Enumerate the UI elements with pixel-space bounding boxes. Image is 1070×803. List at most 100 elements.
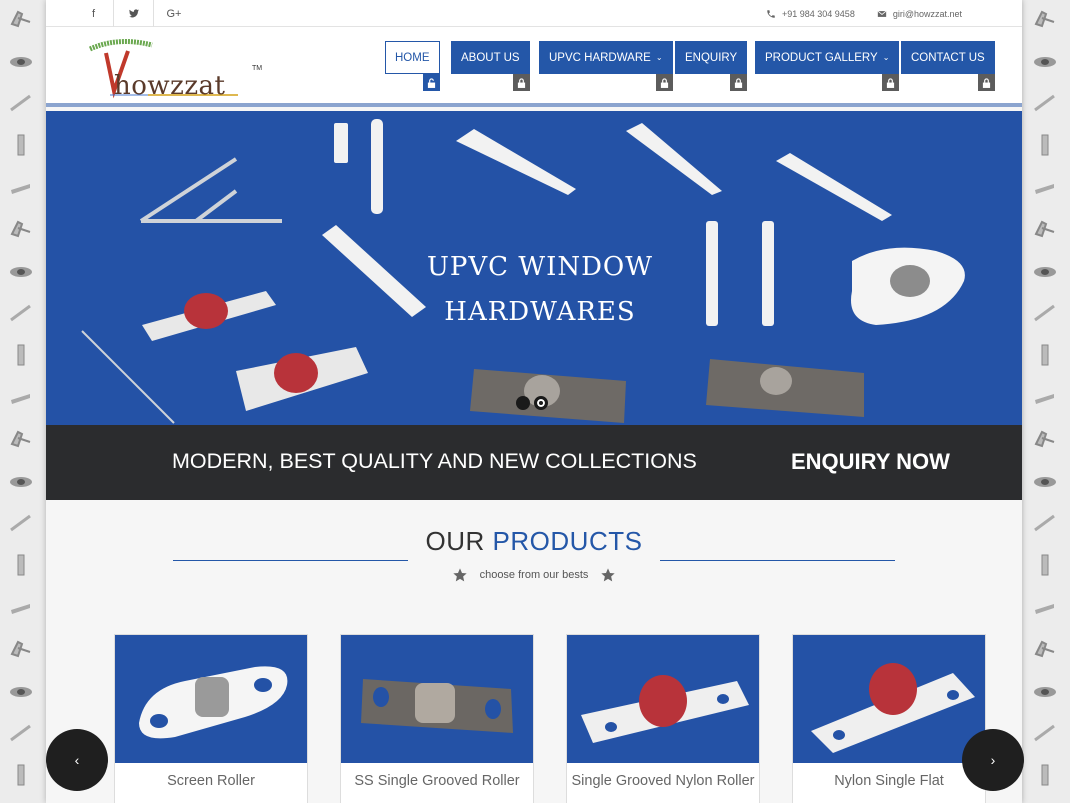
logo-text: howzzat bbox=[114, 71, 226, 101]
nav-upvc-label: UPVC HARDWARE bbox=[549, 51, 651, 64]
hardware-decor-icon bbox=[1032, 260, 1058, 282]
star-icon bbox=[601, 568, 616, 582]
hardware-decor-icon bbox=[8, 260, 34, 282]
main-nav: HOME ABOUT US UPVC HARDWARE ⌄ ENQUIRY PRO… bbox=[385, 41, 995, 101]
nav-home[interactable]: HOME bbox=[385, 41, 440, 91]
right-decor-strip bbox=[1024, 0, 1070, 803]
hardware-decor-icon bbox=[1032, 302, 1058, 324]
slider-dots bbox=[516, 396, 548, 410]
product-name: SS Single Grooved Roller bbox=[354, 773, 520, 789]
hardware-decor-icon bbox=[1032, 176, 1058, 198]
phone-text: +91 984 304 9458 bbox=[782, 8, 855, 19]
nav-contact[interactable]: CONTACT US bbox=[901, 41, 995, 91]
products-title-a: OUR bbox=[425, 526, 493, 556]
hardware-decor-icon bbox=[8, 302, 34, 324]
hardware-decor-icon bbox=[8, 218, 34, 240]
lock-icon bbox=[977, 74, 995, 91]
email-contact[interactable]: giri@howzzat.net bbox=[877, 9, 962, 19]
phone-contact[interactable]: +91 984 304 9458 bbox=[766, 9, 855, 19]
promo-strip: MODERN, BEST QUALITY AND NEW COLLECTIONS… bbox=[46, 425, 1022, 500]
nav-upvc-hardware[interactable]: UPVC HARDWARE ⌄ bbox=[539, 41, 673, 91]
nav-contact-button[interactable]: CONTACT US bbox=[901, 41, 995, 74]
lock-icon bbox=[655, 74, 673, 91]
hardware-decor-icon bbox=[8, 134, 34, 156]
hardware-decor-icon bbox=[1032, 386, 1058, 408]
chevron-left-icon: ‹ bbox=[74, 752, 80, 768]
chevron-right-icon: › bbox=[990, 752, 996, 768]
hardware-decor-icon bbox=[8, 596, 34, 618]
hardware-decor-icon bbox=[8, 554, 34, 576]
slider-dot-2[interactable] bbox=[534, 396, 548, 410]
lock-icon bbox=[882, 74, 900, 91]
hardware-decor-icon bbox=[8, 344, 34, 366]
product-name: Screen Roller bbox=[167, 773, 255, 789]
product-card[interactable]: Screen Roller bbox=[114, 634, 308, 803]
hardware-decor-icon bbox=[8, 722, 34, 744]
hero-slider[interactable]: UPVC WINDOW HARDWARES bbox=[46, 111, 1022, 425]
nav-home-button[interactable]: HOME bbox=[385, 41, 440, 74]
social-links: f G+ bbox=[74, 0, 194, 27]
nav-upvc-button[interactable]: UPVC HARDWARE ⌄ bbox=[539, 41, 673, 74]
nav-about-button[interactable]: ABOUT US bbox=[451, 41, 530, 74]
google-plus-icon[interactable]: G+ bbox=[154, 0, 194, 27]
hardware-decor-icon bbox=[1032, 638, 1058, 660]
enquiry-now-button[interactable]: ENQUIRY NOW bbox=[791, 449, 950, 475]
nav-about-label: ABOUT US bbox=[461, 51, 520, 64]
products-title: OUR PRODUCTS bbox=[46, 526, 1022, 557]
hardware-decor-icon bbox=[1032, 50, 1058, 72]
hardware-decor-icon bbox=[8, 8, 34, 30]
products-subtitle: choose from our bests bbox=[479, 569, 589, 581]
facebook-icon[interactable]: f bbox=[74, 0, 114, 27]
hardware-decor-icon bbox=[8, 50, 34, 72]
logo-tm: TM bbox=[252, 65, 263, 72]
hardware-decor-icon bbox=[1032, 218, 1058, 240]
hardware-decor-icon bbox=[1032, 428, 1058, 450]
star-icon bbox=[452, 568, 467, 582]
nav-enquiry-button[interactable]: ENQUIRY bbox=[675, 41, 748, 74]
heading-rule-left bbox=[173, 560, 408, 561]
left-decor-strip bbox=[0, 0, 46, 803]
hardware-decor-icon bbox=[1032, 470, 1058, 492]
hardware-decor-icon bbox=[8, 470, 34, 492]
hardware-decor-icon bbox=[1032, 554, 1058, 576]
hardware-decor-icon bbox=[8, 764, 34, 786]
heading-rule-right bbox=[660, 560, 895, 561]
top-bar: f G+ +91 984 304 9458 giri@howzzat.net bbox=[46, 0, 1022, 27]
unlock-icon bbox=[422, 74, 440, 91]
product-image bbox=[341, 635, 533, 763]
hardware-decor-icon bbox=[8, 680, 34, 702]
product-card[interactable]: SS Single Grooved Roller bbox=[340, 634, 534, 803]
carousel-next-button[interactable]: › bbox=[962, 729, 1024, 791]
product-card[interactable]: Nylon Single Flat bbox=[792, 634, 986, 803]
twitter-icon[interactable] bbox=[114, 0, 154, 27]
lock-icon bbox=[512, 74, 530, 91]
banner-title-line2: HARDWARES bbox=[444, 297, 636, 327]
lock-icon bbox=[730, 74, 748, 91]
product-name: Single Grooved Nylon Roller bbox=[571, 773, 755, 789]
nav-gallery-button[interactable]: PRODUCT GALLERY ⌄ bbox=[755, 41, 900, 74]
nav-product-gallery[interactable]: PRODUCT GALLERY ⌄ bbox=[755, 41, 900, 91]
nav-about[interactable]: ABOUT US bbox=[451, 41, 530, 91]
chevron-down-icon: ⌄ bbox=[655, 53, 663, 62]
chevron-down-icon: ⌄ bbox=[882, 53, 890, 62]
email-text: giri@howzzat.net bbox=[892, 8, 962, 19]
product-card[interactable]: Single Grooved Nylon Roller bbox=[566, 634, 760, 803]
mail-icon bbox=[877, 10, 887, 17]
banner-title: UPVC WINDOW HARDWARES bbox=[420, 245, 660, 335]
site-header: howzzat TM HOME ABOUT US UPVC HARDWARE ⌄ … bbox=[46, 27, 1022, 107]
nav-gallery-label: PRODUCT GALLERY bbox=[765, 51, 878, 64]
promo-text: MODERN, BEST QUALITY AND NEW COLLECTIONS bbox=[172, 449, 697, 473]
nav-contact-label: CONTACT US bbox=[911, 51, 985, 64]
nav-enquiry[interactable]: ENQUIRY bbox=[675, 41, 748, 91]
hardware-decor-icon bbox=[8, 428, 34, 450]
product-image bbox=[115, 635, 307, 763]
hardware-decor-icon bbox=[1032, 596, 1058, 618]
carousel-prev-button[interactable]: ‹ bbox=[46, 729, 108, 791]
logo[interactable]: howzzat TM bbox=[88, 37, 268, 101]
hardware-decor-icon bbox=[1032, 344, 1058, 366]
hardware-decor-icon bbox=[1032, 512, 1058, 534]
hardware-decor-icon bbox=[1032, 680, 1058, 702]
phone-icon bbox=[767, 9, 775, 18]
slider-dot-1[interactable] bbox=[516, 396, 530, 410]
nav-home-label: HOME bbox=[395, 51, 430, 64]
